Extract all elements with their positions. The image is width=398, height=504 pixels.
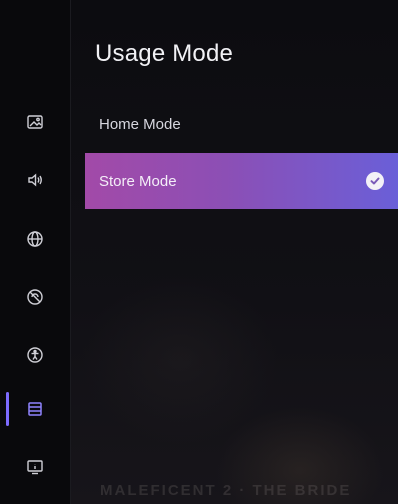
sound-icon	[28, 173, 42, 187]
list-icon	[28, 402, 42, 416]
info-icon	[27, 460, 43, 475]
picture-icon	[27, 115, 43, 129]
sidebar-item-sound[interactable]	[0, 163, 70, 197]
sidebar-item-network[interactable]	[0, 222, 70, 256]
no-signal-icon	[27, 289, 43, 305]
sidebar-item-accessibility[interactable]	[0, 338, 70, 372]
settings-sidebar	[0, 0, 71, 504]
home-mode-label: Home Mode	[99, 115, 181, 133]
check-icon	[366, 172, 384, 190]
home-mode-option[interactable]: Home Mode	[85, 96, 398, 152]
sidebar-item-privacy[interactable]	[0, 280, 70, 314]
sidebar-item-system[interactable]	[0, 392, 70, 426]
globe-icon	[27, 231, 43, 247]
usage-mode-panel: Usage Mode Home Mode Store Mode	[71, 0, 398, 504]
sidebar-item-picture[interactable]	[0, 105, 70, 139]
page-title: Usage Mode	[95, 40, 234, 67]
accessibility-icon	[27, 347, 43, 363]
store-mode-label: Store Mode	[99, 172, 177, 190]
store-mode-option[interactable]: Store Mode	[85, 153, 398, 209]
sidebar-item-support[interactable]	[0, 450, 70, 484]
